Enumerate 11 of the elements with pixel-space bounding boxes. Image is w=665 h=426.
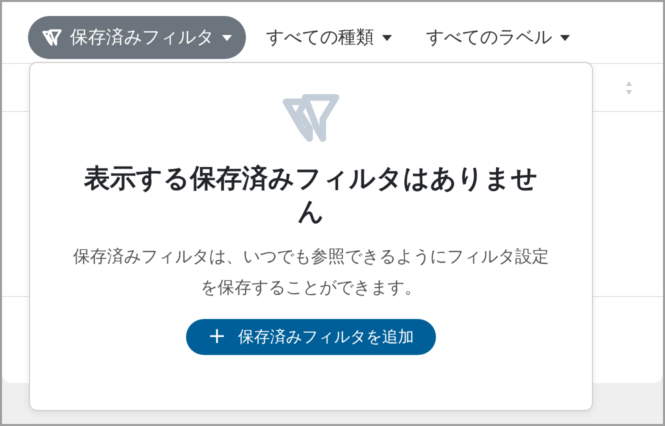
filter-dropdown-button[interactable]: すべての種類	[252, 16, 406, 59]
filter-dropdown-button[interactable]: すべてのラベル	[412, 16, 584, 59]
add-saved-filter-button[interactable]: + 保存済みフィルタを追加	[186, 319, 436, 356]
sort-icon[interactable]	[625, 80, 633, 96]
caret-icon	[560, 34, 570, 40]
caret-icon	[222, 34, 232, 40]
filter-dropdown-button[interactable]: 保存済みフィルタ	[28, 16, 246, 59]
caret-icon	[382, 34, 392, 40]
filter-icon	[42, 29, 62, 46]
empty-state-title: 表示する保存済みフィルタはありません	[82, 163, 539, 228]
empty-state-description: 保存済みフィルタは、いつでも参照できるようにフィルタ設定を保存することができます。	[72, 246, 550, 300]
